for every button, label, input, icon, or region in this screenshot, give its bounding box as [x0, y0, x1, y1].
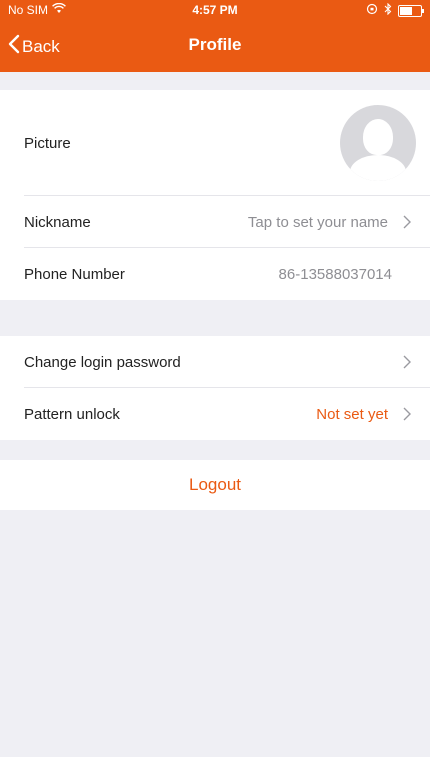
battery-icon [398, 4, 424, 17]
picture-row[interactable]: Picture [0, 90, 430, 196]
avatar[interactable] [340, 105, 416, 181]
section-spacer [0, 440, 430, 460]
pattern-unlock-row[interactable]: Pattern unlock Not set yet [0, 388, 430, 440]
change-password-label: Change login password [24, 353, 181, 371]
logout-button[interactable]: Logout [0, 460, 430, 510]
section-spacer [0, 72, 430, 90]
avatar-shoulders-shape [350, 155, 406, 181]
security-group: Change login password Pattern unlock Not… [0, 336, 430, 440]
chevron-right-icon [398, 213, 416, 231]
bluetooth-icon [384, 2, 392, 18]
orientation-lock-icon [366, 3, 378, 18]
pattern-unlock-label: Pattern unlock [24, 405, 120, 423]
profile-group: Picture Nickname Tap to set your name Ph… [0, 90, 430, 300]
page-title: Profile [188, 35, 242, 54]
section-spacer [0, 300, 430, 336]
pattern-unlock-status: Not set yet [316, 405, 388, 423]
chevron-right-icon [398, 405, 416, 423]
nickname-row[interactable]: Nickname Tap to set your name [0, 196, 430, 248]
phone-number-value: 86-13588037014 [278, 265, 392, 283]
navigation-bar: Back Profile [0, 20, 430, 72]
phone-number-label: Phone Number [24, 265, 125, 283]
status-bar: No SIM 4:57 PM [0, 0, 430, 20]
chevron-right-icon [398, 353, 416, 371]
nickname-label: Nickname [24, 213, 91, 231]
avatar-head-shape [363, 119, 393, 155]
change-password-row[interactable]: Change login password [0, 336, 430, 388]
picture-label: Picture [24, 134, 71, 152]
phone-number-row: Phone Number 86-13588037014 [0, 248, 430, 300]
nickname-placeholder: Tap to set your name [247, 213, 388, 231]
top-bar: No SIM 4:57 PM Back Profile [0, 0, 430, 72]
